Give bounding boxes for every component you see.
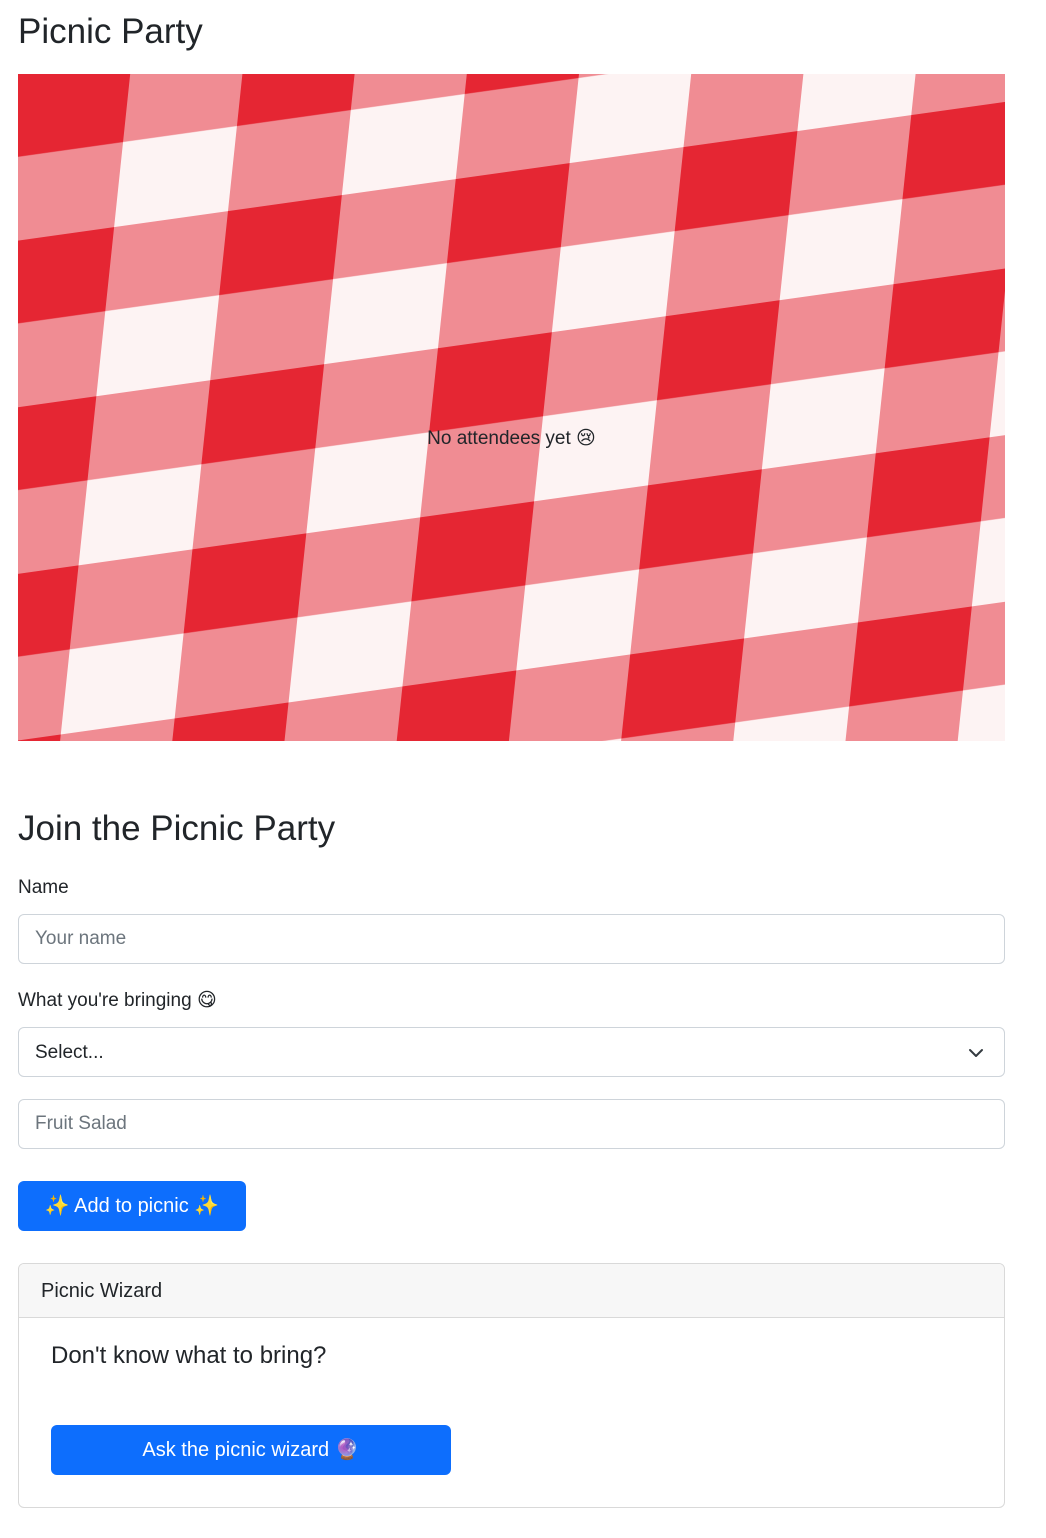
bringing-select-value: Select... <box>35 1042 104 1063</box>
name-label: Name <box>18 877 69 898</box>
gingham-pattern <box>18 74 1005 741</box>
name-input[interactable] <box>18 914 1005 964</box>
no-attendees-message: No attendees yet 😢 <box>427 428 596 449</box>
wizard-question: Don't know what to bring? <box>51 1342 327 1369</box>
ask-wizard-button[interactable]: Ask the picnic wizard 🔮 <box>51 1425 451 1475</box>
add-to-picnic-button[interactable]: ✨ Add to picnic ✨ <box>18 1181 246 1231</box>
bringing-label: What you're bringing 😋 <box>18 990 217 1011</box>
join-form-heading: Join the Picnic Party <box>18 809 336 848</box>
chevron-down-icon <box>969 1049 983 1057</box>
picnic-wizard-header: Picnic Wizard <box>19 1264 1004 1318</box>
bringing-select[interactable]: Select... <box>18 1027 1005 1077</box>
item-input[interactable] <box>18 1099 1005 1149</box>
picnic-wizard-title: Picnic Wizard <box>41 1280 163 1302</box>
page-title: Picnic Party <box>18 12 203 51</box>
attendees-tablecloth: No attendees yet 😢 <box>18 74 1005 741</box>
picnic-page: Picnic Party No attendees yet 😢 Join the… <box>0 0 1046 1538</box>
